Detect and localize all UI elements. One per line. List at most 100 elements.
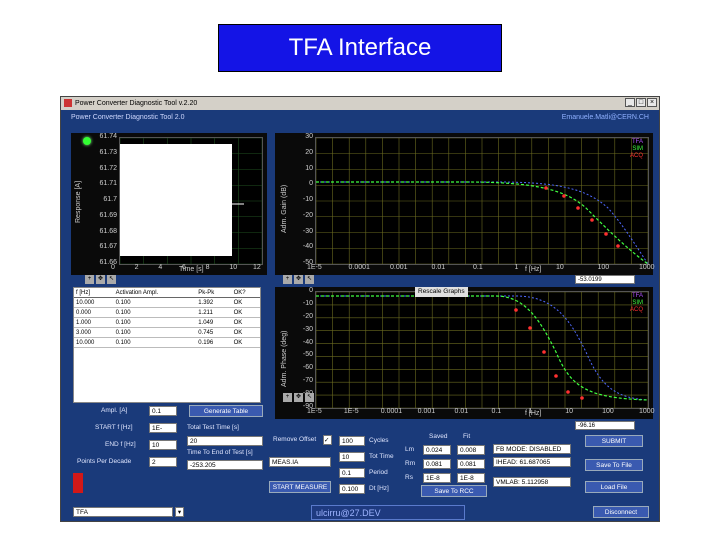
cursor-tool-icon[interactable]: ↖ xyxy=(107,275,116,284)
table-cell: 0.100 xyxy=(113,327,197,338)
ppd-label: Points Per Decade xyxy=(77,458,132,465)
y-tick-label: 61.72 xyxy=(99,164,117,172)
y-tick-label: 61.71 xyxy=(99,180,117,188)
time-plot-svg xyxy=(120,138,262,264)
acq-point xyxy=(528,326,532,330)
acq-point xyxy=(566,390,570,394)
x-tick-label: 0.01 xyxy=(431,264,446,271)
rm-saved[interactable]: 0.081 xyxy=(423,459,451,469)
pan-tool-icon[interactable]: ✥ xyxy=(294,393,303,402)
lm-saved[interactable]: 0.024 xyxy=(423,445,451,455)
mag-plot-area xyxy=(315,137,649,265)
pan-tool-icon[interactable]: ✥ xyxy=(96,275,105,284)
cursor-tool-icon[interactable]: ↖ xyxy=(305,393,314,402)
frequency-table[interactable]: f [Hz] Activation Ampl. Pk-Pk OK? 10.000… xyxy=(73,287,261,403)
phase-plot-svg xyxy=(316,292,648,408)
generate-table-button[interactable]: Generate Table xyxy=(189,405,263,417)
total-time-value: 20 xyxy=(187,436,263,446)
col-header: OK? xyxy=(231,288,260,298)
mode-select-arrow-icon[interactable]: ▾ xyxy=(175,507,184,517)
table-row[interactable]: 0.000 0.100 1.211 OK xyxy=(74,307,260,318)
table-row[interactable]: 10.000 0.100 0.196 OK xyxy=(74,337,260,348)
x-tick-label: 0 xyxy=(111,264,115,271)
x-tick-label: 1E-5 xyxy=(307,264,322,271)
rs-saved[interactable]: 1E-8 xyxy=(423,473,451,483)
mode-select[interactable]: TFA xyxy=(73,507,173,517)
table-row[interactable]: 3.000 0.100 0.745 OK xyxy=(74,327,260,338)
x-tick-label: 6 xyxy=(182,264,186,271)
vmlab-display: VMLAB: 5.112958 xyxy=(493,477,571,487)
table-row[interactable]: 1.000 0.100 1.049 OK xyxy=(74,317,260,328)
time-graph-ylabel: Response [A] xyxy=(75,180,82,223)
acq-point xyxy=(514,308,518,312)
app-window: Power Converter Diagnostic Tool v.2.20 _… xyxy=(60,96,660,522)
x-tick-label: 0.0001 xyxy=(348,264,370,271)
table-row[interactable]: 10.000 0.100 1.392 OK xyxy=(74,297,260,308)
y-tick-label: 61.73 xyxy=(99,148,117,156)
pan-tool-icon[interactable]: ✥ xyxy=(294,275,303,284)
progress-indicator xyxy=(73,473,83,493)
rs-fit: 1E-8 xyxy=(457,473,485,483)
acq-point xyxy=(576,206,580,210)
ppd-input[interactable]: 2 xyxy=(149,457,177,467)
zoom-tool-icon[interactable]: + xyxy=(283,275,292,284)
acq-point xyxy=(580,396,584,400)
submit-button[interactable]: SUBMIT xyxy=(585,435,643,447)
rescale-graphs-button[interactable]: Rescale Graphs xyxy=(415,287,468,297)
table-cell: 3.000 xyxy=(74,327,114,338)
minimize-button[interactable]: _ xyxy=(625,98,635,107)
table-cell: 0.100 xyxy=(113,297,197,308)
acq-point xyxy=(604,232,608,236)
ampl-label: Ampl. [A] xyxy=(101,407,128,414)
cycles-label: Cycles xyxy=(369,437,389,444)
table-cell: 10.000 xyxy=(74,337,114,348)
period-label: Period xyxy=(369,469,388,476)
x-tick-label: 1000 xyxy=(639,408,655,415)
table-cell: OK xyxy=(231,317,260,328)
save-to-file-button[interactable]: Save To File xyxy=(585,459,643,471)
x-tick-label: 0.001 xyxy=(417,408,436,415)
close-button[interactable]: × xyxy=(647,98,657,107)
rm-fit: 0.081 xyxy=(457,459,485,469)
dt-label: Dt [Hz] xyxy=(369,485,389,492)
table-cell: OK xyxy=(231,327,260,338)
remove-offset-label: Remove Offset xyxy=(273,436,317,443)
table-cell: 1.392 xyxy=(196,297,232,308)
tot-time-input: 10 xyxy=(339,452,365,462)
x-tick-label: 0.1 xyxy=(473,264,483,271)
cursor-tool-icon[interactable]: ↖ xyxy=(305,275,314,284)
table-cell: 0.745 xyxy=(196,327,232,338)
start-measure-button[interactable]: START MEASURE xyxy=(269,481,331,493)
maximize-button[interactable]: □ xyxy=(636,98,646,107)
table-cell: 1.049 xyxy=(196,317,232,328)
save-to-rcc-button[interactable]: Save To RCC xyxy=(421,485,487,497)
legend-sim: SIM xyxy=(632,146,643,152)
x-tick-label: 100 xyxy=(602,408,614,415)
end-freq-label: END f [Hz] xyxy=(105,441,136,448)
zoom-tool-icon[interactable]: + xyxy=(283,393,292,402)
dt-input: 0.100 xyxy=(339,484,365,494)
y-tick-label: 61.67 xyxy=(99,243,117,251)
measure-select[interactable]: MEAS.IA xyxy=(269,457,331,467)
table-cell: 0.100 xyxy=(113,307,197,318)
x-tick-label: 8 xyxy=(205,264,210,271)
start-freq-input[interactable]: 1E- xyxy=(149,423,177,433)
y-tick-label: 30 xyxy=(305,133,313,140)
legend-sim: SIM xyxy=(632,300,643,306)
legend-tfa: TFA xyxy=(631,139,643,145)
end-freq-input[interactable]: 10 xyxy=(149,440,177,450)
disconnect-button[interactable]: Disconnect xyxy=(593,506,649,518)
remove-offset-checkbox[interactable]: ✓ xyxy=(323,435,332,445)
y-tick-label: -20 xyxy=(302,312,313,320)
ampl-input[interactable]: 0.1 xyxy=(149,406,177,416)
table-cell: 10.000 xyxy=(74,297,114,308)
table-cell: 0.196 xyxy=(196,337,232,348)
fit-header: Fit xyxy=(463,433,471,440)
zoom-tool-icon[interactable]: + xyxy=(85,275,94,284)
y-tick-label: -40 xyxy=(302,243,313,251)
phase-graph: Adm. Phase (deg) TFA SIM ACQ Rescale Gra… xyxy=(275,287,655,419)
cycles-input[interactable]: 100 xyxy=(339,436,365,446)
mag-graph-toolbar: + ✥ ↖ xyxy=(283,275,314,285)
load-file-button[interactable]: Load File xyxy=(585,481,643,493)
x-tick-label: 2 xyxy=(134,264,139,271)
